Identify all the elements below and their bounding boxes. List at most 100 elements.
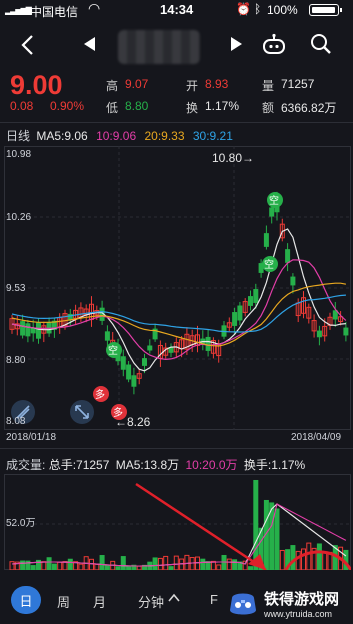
max-price-annotation: 10.80→ <box>212 151 254 165</box>
watermark-logo: 铁得游戏网 www.ytruida.com <box>226 582 353 624</box>
ma10-legend: 10:9.06 <box>96 129 137 143</box>
volume-ma5: MA5:13.8万 <box>115 458 180 472</box>
volume-bar <box>295 550 301 571</box>
volume-bar <box>62 561 68 571</box>
svg-text:多: 多 <box>113 406 123 419</box>
candle-body <box>285 249 291 263</box>
chart-period-label: 日线 <box>6 129 31 143</box>
watermark-logo-icon <box>230 593 256 615</box>
candle-body <box>142 358 147 366</box>
stock-name <box>118 30 200 64</box>
volume-bar <box>179 558 185 571</box>
end-date-label: 2018/04/09 <box>291 432 342 443</box>
chevron-left-icon[interactable] <box>14 32 40 58</box>
svg-text:空: 空 <box>264 258 274 271</box>
volume-bar <box>290 545 296 571</box>
candle-body <box>263 233 269 247</box>
chevron-up-icon[interactable] <box>168 590 180 606</box>
high-value: 9.07 <box>125 77 149 91</box>
candle-body <box>343 327 349 336</box>
volume-bar <box>189 557 195 571</box>
volume-bar <box>184 554 190 571</box>
svg-text:多: 多 <box>95 388 105 401</box>
volume-value: 71257 <box>281 77 315 91</box>
volume-title: 成交量: <box>6 458 46 472</box>
y-axis-label: 8.08 <box>6 416 26 427</box>
bluetooth-icon: ᛒ <box>254 2 262 16</box>
buy-signal-badge[interactable]: 多 <box>111 404 127 420</box>
alarm-icon: ⏰ <box>236 2 251 16</box>
volume-bar <box>163 555 169 571</box>
candle-body <box>30 327 36 334</box>
tab-week[interactable]: 周 <box>57 592 70 611</box>
prev-stock-icon[interactable] <box>82 36 98 52</box>
low-value: 8.80 <box>125 99 149 113</box>
volume-bar <box>322 551 328 571</box>
kline-chart[interactable]: 10.80→ ←8.26 空 空 空 多 多 10.98 10.26 9.53 … <box>4 146 351 430</box>
volume-bar <box>51 563 57 571</box>
price-change-pct: 0.90% <box>50 99 85 113</box>
volume-bar <box>126 565 132 571</box>
candle-body <box>20 321 26 336</box>
ma5-line <box>11 228 346 372</box>
amount-value: 6366.82万 <box>281 101 337 115</box>
volume-bar <box>157 557 163 571</box>
sell-signal-badge[interactable]: 空 <box>106 342 122 358</box>
volume-bar <box>200 558 206 571</box>
signal-icon: ▂▃▅▆▇ <box>5 6 32 15</box>
svg-text:空: 空 <box>269 194 279 207</box>
nav-bar <box>0 20 353 68</box>
volume-bar <box>30 565 36 571</box>
volume-turnover: 换手:1.17% <box>243 458 306 472</box>
robot-icon[interactable] <box>260 30 288 58</box>
next-stock-icon[interactable] <box>228 36 244 52</box>
volume-bar <box>279 549 285 571</box>
volume-chart[interactable]: 52.0万 <box>4 474 353 572</box>
turnover-value: 1.17% <box>205 99 240 113</box>
tab-more[interactable]: F <box>210 592 218 607</box>
watermark-brand: 铁得游戏网 <box>264 590 340 608</box>
sell-signal-badge[interactable]: 空 <box>267 192 283 208</box>
sell-signal-badge[interactable]: 空 <box>262 256 278 272</box>
tab-minute[interactable]: 分钟 <box>138 592 164 611</box>
svg-text:空: 空 <box>108 344 118 357</box>
volume-bar <box>152 557 158 571</box>
search-icon[interactable] <box>307 30 335 58</box>
volume-bar <box>210 560 216 571</box>
candle-body <box>147 345 153 351</box>
volume-bar <box>226 558 232 571</box>
volume-bar <box>301 548 306 571</box>
volume-bar <box>20 560 26 571</box>
candle-body <box>232 312 238 326</box>
tab-month[interactable]: 月 <box>93 592 106 611</box>
tab-day[interactable]: 日 <box>11 586 41 614</box>
candle-body <box>25 323 31 337</box>
candle-body <box>36 322 41 339</box>
quote-panel: 9.00 0.08 0.90% 高 9.07 低 8.80 开 8.93 换 1… <box>0 68 353 120</box>
status-bar: ▂▃▅▆▇ 中国电信 ◠ 14:34 ⏰ ᛒ 100% <box>0 0 353 20</box>
volume-bar <box>41 561 47 571</box>
volume-bar <box>205 561 211 571</box>
y-axis-label: 9.53 <box>6 283 26 294</box>
candle-body <box>290 276 296 286</box>
volume-bar <box>173 555 179 571</box>
candle-body <box>205 336 211 351</box>
volume-bar <box>306 542 312 571</box>
volume-bar <box>9 561 15 571</box>
volume-bar <box>89 558 94 571</box>
volume-bar <box>316 543 322 571</box>
annotation-arrow <box>135 482 267 572</box>
volume-legend: 成交量: 总手:71257 MA5:13.8万 10:20.0万 换手:1.17… <box>6 456 351 472</box>
y-axis-label: 10.98 <box>6 149 32 160</box>
volume-bar <box>99 555 105 571</box>
volume-label: 量 <box>262 79 275 93</box>
fullscreen-icon[interactable] <box>70 400 94 424</box>
clock: 14:34 <box>160 2 194 17</box>
ma30-legend: 30:9.21 <box>192 129 233 143</box>
volume-ma10: 10:20.0万 <box>185 458 238 472</box>
ma-legend: 日线 MA5:9.06 10:9.06 20:9.33 30:9.21 <box>6 127 351 143</box>
ma20-legend: 20:9.33 <box>144 129 185 143</box>
candle-body <box>248 296 253 306</box>
volume-bar <box>57 561 63 571</box>
buy-signal-badge[interactable]: 多 <box>93 386 109 402</box>
